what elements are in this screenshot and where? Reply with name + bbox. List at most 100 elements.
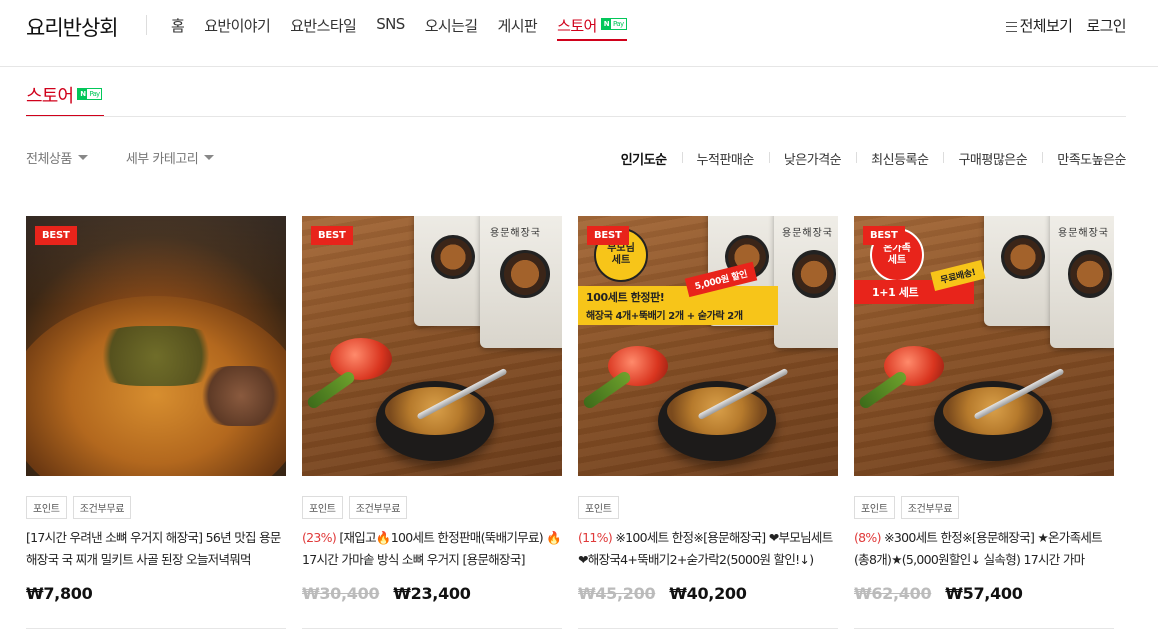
all-view-label: 전체보기: [1019, 17, 1073, 35]
best-badge: BEST: [863, 226, 905, 245]
current-price: ₩7,800: [26, 584, 93, 603]
sub-category-dropdown[interactable]: 세부 카테고리: [125, 148, 215, 167]
product-tags: 포인트: [578, 496, 838, 519]
current-price: ₩40,200: [669, 584, 747, 603]
product-image[interactable]: BEST: [26, 216, 286, 476]
current-price: ₩23,400: [393, 584, 471, 603]
product-title[interactable]: (23%) [재입고🔥100세트 한정판매(뚝배기무료) 🔥 17시간 가마솥 …: [302, 527, 562, 571]
main-nav: 홈 요반이야기 요반스타일 SNS 오시는길 게시판 스토어 N Pay: [171, 15, 647, 41]
caret-down-icon: [77, 155, 88, 160]
pouch-package: 용문해장국: [774, 216, 838, 348]
product-prices: ₩30,400 ₩23,400: [302, 584, 562, 603]
original-price: ₩62,400: [854, 584, 932, 603]
nav-item-store-label: 스토어: [557, 17, 597, 35]
product-title[interactable]: (8%) ※300세트 한정※[용문해장국] ★온가족세트(총8개)★(5,00…: [854, 527, 1114, 571]
menu-icon: [1005, 21, 1017, 32]
product-title[interactable]: (11%) ※100세트 한정※[용문해장국] ❤부모님세트❤해장국4+뚝배기2…: [578, 527, 838, 571]
soup: [943, 387, 1043, 436]
npay-icon: N Pay: [600, 18, 627, 30]
product-title[interactable]: [17시간 우려낸 소뼈 우거지 해장국] 56년 맛집 용문해장국 국 찌개 …: [26, 527, 286, 571]
pouch-label: 용문해장국: [490, 228, 541, 239]
pouch-label: 용문해장국: [782, 228, 833, 239]
product-tags: 포인트 조건부무료: [854, 496, 1114, 519]
product-card[interactable]: 용문해장국 부모님 세트 100세트 한정판! 해장국 4개+뚝배기 2개 + …: [578, 216, 838, 629]
pouch-bowl-art: [431, 235, 475, 280]
tag-conditional-free: 조건부무료: [72, 496, 132, 519]
stone-bowl: [376, 381, 494, 461]
product-card[interactable]: BEST 포인트 조건부무료 [17시간 우려낸 소뼈 우거지 해장국] 56년…: [26, 216, 286, 629]
product-image[interactable]: 용문해장국 온가족 세트 1+1 세트 무료배송! BEST: [854, 216, 1114, 476]
nav-item-board[interactable]: 게시판: [498, 15, 538, 41]
sort-popular[interactable]: 인기도순: [621, 149, 682, 168]
discount-rate: (11%): [578, 530, 613, 545]
original-price: ₩30,400: [302, 584, 380, 603]
header-actions: 전체보기 로그인: [1005, 15, 1127, 36]
product-tags: 포인트 조건부무료: [26, 496, 286, 519]
login-link[interactable]: 로그인: [1086, 15, 1126, 36]
product-title-text: [재입고🔥100세트 한정판매(뚝배기무료) 🔥 17시간 가마솥 방식 소뼈 …: [302, 530, 562, 567]
npay-icon: N Pay: [77, 88, 103, 100]
pouch-label: 용문해장국: [1058, 228, 1109, 239]
nav-item-style[interactable]: 요반스타일: [290, 15, 357, 41]
product-image[interactable]: 용문해장국 부모님 세트 100세트 한정판! 해장국 4개+뚝배기 2개 + …: [578, 216, 838, 476]
npay-n: N: [78, 89, 88, 99]
tag-point: 포인트: [578, 496, 619, 519]
brand-divider: [146, 15, 147, 35]
stone-bowl: [934, 381, 1052, 461]
product-tags: 포인트 조건부무료: [302, 496, 562, 519]
promo-banner: 해장국 4개+뚝배기 2개 + 숟가락 2개: [578, 304, 778, 325]
top-navigation-bar: 요리반상회 홈 요반이야기 요반스타일 SNS 오시는길 게시판 스토어 N Pa…: [0, 0, 1158, 67]
product-card[interactable]: 용문해장국 BEST 포인트 조건부무료 (23%) [재입고🔥100세트 한정…: [302, 216, 562, 629]
npay-pay: Pay: [613, 20, 624, 28]
tag-point: 포인트: [302, 496, 343, 519]
kimchi: [330, 338, 392, 380]
product-title-text: ※300세트 한정※[용문해장국] ★온가족세트(총8개)★(5,000원할인↓…: [854, 530, 1103, 567]
beef: [196, 366, 286, 426]
best-badge: BEST: [35, 226, 77, 245]
npay-pay: Pay: [89, 90, 100, 98]
nav-item-directions[interactable]: 오시는길: [425, 15, 478, 41]
pouch-bowl-art: [1001, 235, 1045, 280]
tag-conditional-free: 조건부무료: [900, 496, 960, 519]
pouch-package: 용문해장국: [480, 216, 562, 348]
pouch-bowl-art: [499, 250, 551, 298]
current-price: ₩57,400: [945, 584, 1023, 603]
product-prices: ₩62,400 ₩57,400: [854, 584, 1114, 603]
tag-point: 포인트: [854, 496, 895, 519]
nav-item-store[interactable]: 스토어 N Pay: [557, 15, 627, 41]
product-image[interactable]: 용문해장국 BEST: [302, 216, 562, 476]
category-filters: 전체상품 세부 카테고리: [26, 148, 215, 167]
nav-item-sns[interactable]: SNS: [376, 15, 405, 41]
sort-satisfaction[interactable]: 만족도높은순: [1042, 149, 1126, 168]
product-prices: ₩45,200 ₩40,200: [578, 584, 838, 603]
discount-rate: (23%): [302, 530, 337, 545]
pouch-bowl-art: [791, 250, 837, 298]
nav-item-home[interactable]: 홈: [171, 15, 185, 41]
sort-sales[interactable]: 누적판매순: [681, 149, 769, 168]
store-title: 스토어: [26, 86, 74, 107]
all-products-label: 전체상품: [26, 152, 72, 167]
npay-n: N: [601, 19, 611, 29]
best-badge: BEST: [311, 226, 353, 245]
pouch-bowl-art: [1067, 250, 1113, 298]
all-view-button[interactable]: 전체보기: [1005, 15, 1073, 36]
tag-conditional-free: 조건부무료: [348, 496, 408, 519]
product-title-text: [17시간 우려낸 소뼈 우거지 해장국] 56년 맛집 용문해장국 국 찌개 …: [26, 530, 281, 567]
soup: [667, 387, 767, 436]
product-title-text: ※100세트 한정※[용문해장국] ❤부모님세트❤해장국4+뚝배기2+숟가락2(…: [578, 530, 833, 567]
divider: [26, 116, 1126, 117]
nav-item-story[interactable]: 요반이야기: [204, 15, 271, 41]
all-products-dropdown[interactable]: 전체상품: [26, 148, 88, 167]
sort-most-reviews[interactable]: 구매평많은순: [943, 149, 1042, 168]
sort-low-price[interactable]: 낮은가격순: [768, 149, 856, 168]
sub-category-label: 세부 카테고리: [125, 152, 199, 167]
sort-newest[interactable]: 최신등록순: [856, 149, 943, 168]
best-badge: BEST: [587, 226, 629, 245]
stone-bowl: [658, 381, 776, 461]
discount-rate: (8%): [854, 530, 881, 545]
product-grid: BEST 포인트 조건부무료 [17시간 우려낸 소뼈 우거지 해장국] 56년…: [26, 216, 1114, 629]
store-tab[interactable]: 스토어 N Pay: [26, 82, 105, 117]
brand-logo[interactable]: 요리반상회: [26, 12, 119, 42]
product-prices: ₩7,800: [26, 584, 286, 603]
product-card[interactable]: 용문해장국 온가족 세트 1+1 세트 무료배송! BEST 포인트 조건부무료…: [854, 216, 1114, 629]
